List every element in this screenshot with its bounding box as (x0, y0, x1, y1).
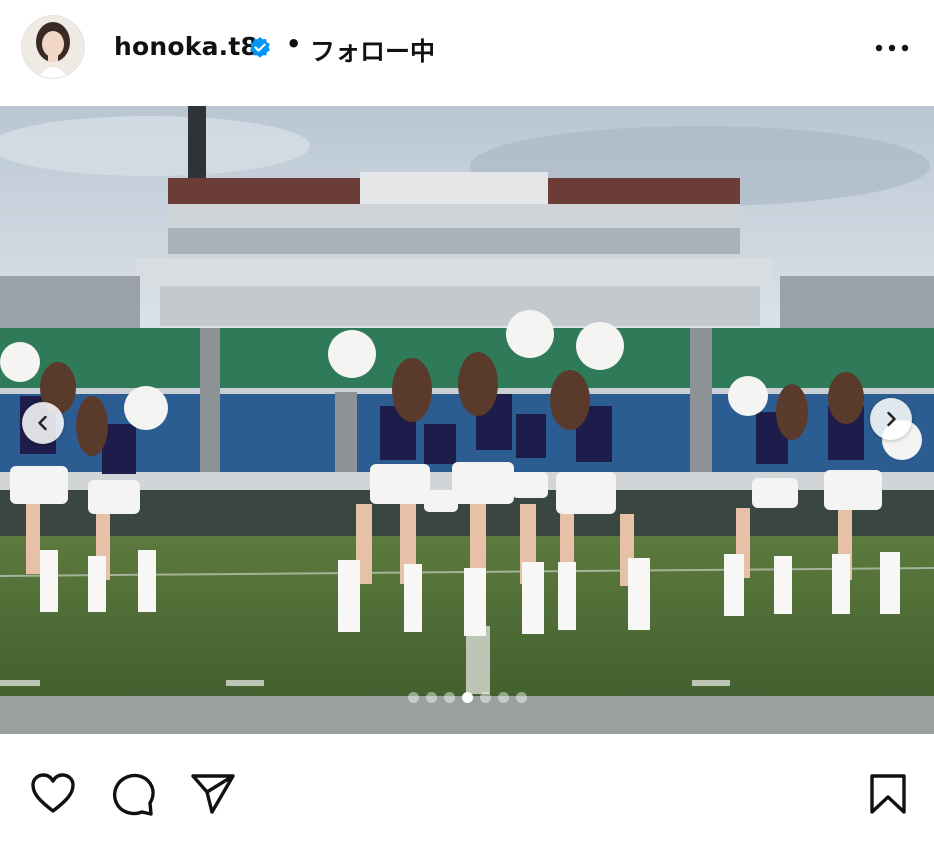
verified-badge-icon (250, 37, 270, 58)
carousel-dot (407, 692, 419, 703)
avatar-image (22, 16, 84, 78)
post-action-bar (0, 736, 934, 850)
post-header: honoka.t8 • フォロー中 (0, 0, 934, 104)
carousel-dot (461, 692, 473, 703)
more-options-icon[interactable] (872, 40, 912, 56)
share-icon[interactable] (190, 772, 236, 814)
carousel-dot (515, 692, 527, 703)
post-photo[interactable] (0, 106, 934, 734)
username[interactable]: honoka.t8 (114, 32, 258, 61)
separator-dot: • (286, 30, 302, 58)
bookmark-icon[interactable] (868, 772, 908, 816)
carousel-dot (425, 692, 437, 703)
avatar[interactable] (22, 16, 84, 78)
following-button[interactable]: フォロー中 (310, 32, 435, 68)
carousel-indicator (0, 692, 934, 706)
carousel-dot (479, 692, 491, 703)
comment-icon[interactable] (110, 772, 156, 816)
chevron-right-icon (887, 411, 896, 427)
carousel-prev-button[interactable] (22, 402, 64, 444)
chevron-left-icon (38, 415, 47, 431)
carousel-next-button[interactable] (870, 398, 912, 440)
carousel-dot (443, 692, 455, 703)
stadium-photo (0, 106, 934, 734)
heart-icon[interactable] (30, 772, 76, 814)
carousel-dot (497, 692, 509, 703)
